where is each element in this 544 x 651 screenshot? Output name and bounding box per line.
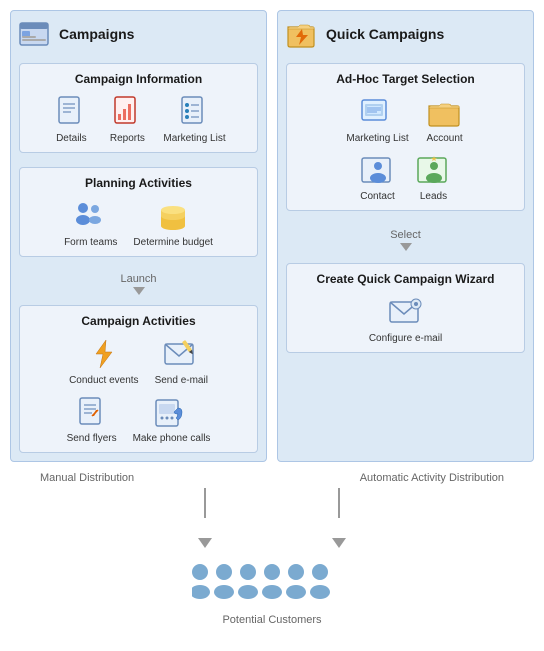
make-phone-calls-label: Make phone calls (133, 433, 211, 444)
left-column: Campaigns Campaign Information (10, 10, 267, 462)
account-item[interactable]: Account (425, 94, 465, 144)
adhoc-bottom-icons: Contact Leads (295, 152, 516, 202)
leads-icon (414, 152, 454, 188)
wizard-icons: Configure e-mail (295, 294, 516, 344)
main-container: Campaigns Campaign Information (0, 0, 544, 636)
right-arrow-body (338, 488, 340, 518)
determine-budget-item[interactable]: Determine budget (133, 198, 213, 248)
send-email-label: Send e-mail (155, 375, 208, 386)
marketing-list-item[interactable]: Marketing List (163, 94, 225, 144)
manual-distribution-label: Manual Distribution (40, 472, 134, 484)
campaign-info-icons: Details Reports (28, 94, 249, 144)
distribution-arrows (198, 488, 346, 548)
planning-activities-box: Planning Activities (19, 167, 258, 257)
conduct-events-icon (84, 336, 124, 372)
quick-campaigns-title: Quick Campaigns (326, 26, 444, 42)
form-teams-label: Form teams (64, 237, 117, 248)
contact-label: Contact (360, 191, 394, 202)
distribution-labels: Manual Distribution Automatic Activity D… (10, 472, 534, 484)
potential-customers-icon (192, 560, 352, 610)
account-icon (425, 94, 465, 130)
make-phone-calls-icon (152, 394, 192, 430)
campaign-information-title: Campaign Information (28, 72, 249, 86)
campaigns-header: Campaigns (19, 19, 258, 49)
leads-label: Leads (420, 191, 447, 202)
marketing-list-icon (175, 94, 215, 130)
contact-item[interactable]: Contact (358, 152, 398, 202)
make-phone-calls-item[interactable]: Make phone calls (133, 394, 211, 444)
send-email-item[interactable]: Send e-mail (155, 336, 208, 386)
right-column: Quick Campaigns Ad-Hoc Target Selection (277, 10, 534, 462)
left-arrow-head (198, 538, 212, 548)
configure-email-label: Configure e-mail (369, 333, 442, 344)
campaign-information-box: Campaign Information Details (19, 63, 258, 153)
account-label: Account (427, 133, 463, 144)
auto-distribution-label: Automatic Activity Distribution (360, 472, 504, 484)
campaign-activities-title: Campaign Activities (28, 314, 249, 328)
marketing-list-label: Marketing List (163, 133, 225, 144)
adhoc-target-box: Ad-Hoc Target Selection (286, 63, 525, 211)
customers-section: Potential Customers (192, 560, 352, 626)
form-teams-icon (71, 198, 111, 234)
planning-icons: Form teams (28, 198, 249, 248)
left-arrow-line (198, 488, 212, 548)
form-teams-item[interactable]: Form teams (64, 198, 117, 248)
details-icon (51, 94, 91, 130)
conduct-events-label: Conduct events (69, 375, 139, 386)
reports-label: Reports (110, 133, 145, 144)
launch-arrow: Launch (19, 273, 258, 295)
campaigns-title: Campaigns (59, 26, 134, 42)
quick-campaigns-icon (286, 19, 320, 49)
adhoc-marketing-list-icon (358, 94, 398, 130)
right-arrow-line (332, 488, 346, 548)
bottom-section: Manual Distribution Automatic Activity D… (10, 472, 534, 626)
top-section: Campaigns Campaign Information (10, 10, 534, 462)
customers-icons (192, 560, 352, 610)
campaign-activities-icons-row2: Send flyers (28, 394, 249, 444)
campaign-activities-icons: Conduct events (28, 336, 249, 386)
quick-campaigns-header: Quick Campaigns (286, 19, 525, 49)
determine-budget-icon (153, 198, 193, 234)
configure-email-icon (386, 294, 426, 330)
adhoc-target-title: Ad-Hoc Target Selection (295, 72, 516, 86)
reports-icon (107, 94, 147, 130)
send-email-icon (161, 336, 201, 372)
reports-item[interactable]: Reports (107, 94, 147, 144)
details-label: Details (56, 133, 87, 144)
right-arrow-head (332, 538, 346, 548)
send-flyers-label: Send flyers (67, 433, 117, 444)
select-arrow: Select (286, 225, 525, 255)
details-item[interactable]: Details (51, 94, 91, 144)
send-flyers-item[interactable]: Send flyers (67, 394, 117, 444)
potential-customers-label: Potential Customers (222, 614, 321, 626)
wizard-box: Create Quick Campaign Wizard (286, 263, 525, 353)
contact-icon (358, 152, 398, 188)
wizard-title: Create Quick Campaign Wizard (295, 272, 516, 286)
send-flyers-icon (72, 394, 112, 430)
determine-budget-label: Determine budget (133, 237, 213, 248)
adhoc-top-icons: Marketing List Account (295, 94, 516, 144)
adhoc-marketing-list-label: Marketing List (346, 133, 408, 144)
campaigns-icon (19, 19, 53, 49)
leads-item[interactable]: Leads (414, 152, 454, 202)
campaign-activities-box: Campaign Activities Conduct events (19, 305, 258, 453)
planning-activities-title: Planning Activities (28, 176, 249, 190)
conduct-events-item[interactable]: Conduct events (69, 336, 139, 386)
left-arrow-body (204, 488, 206, 518)
configure-email-item[interactable]: Configure e-mail (369, 294, 442, 344)
adhoc-marketing-list-item[interactable]: Marketing List (346, 94, 408, 144)
